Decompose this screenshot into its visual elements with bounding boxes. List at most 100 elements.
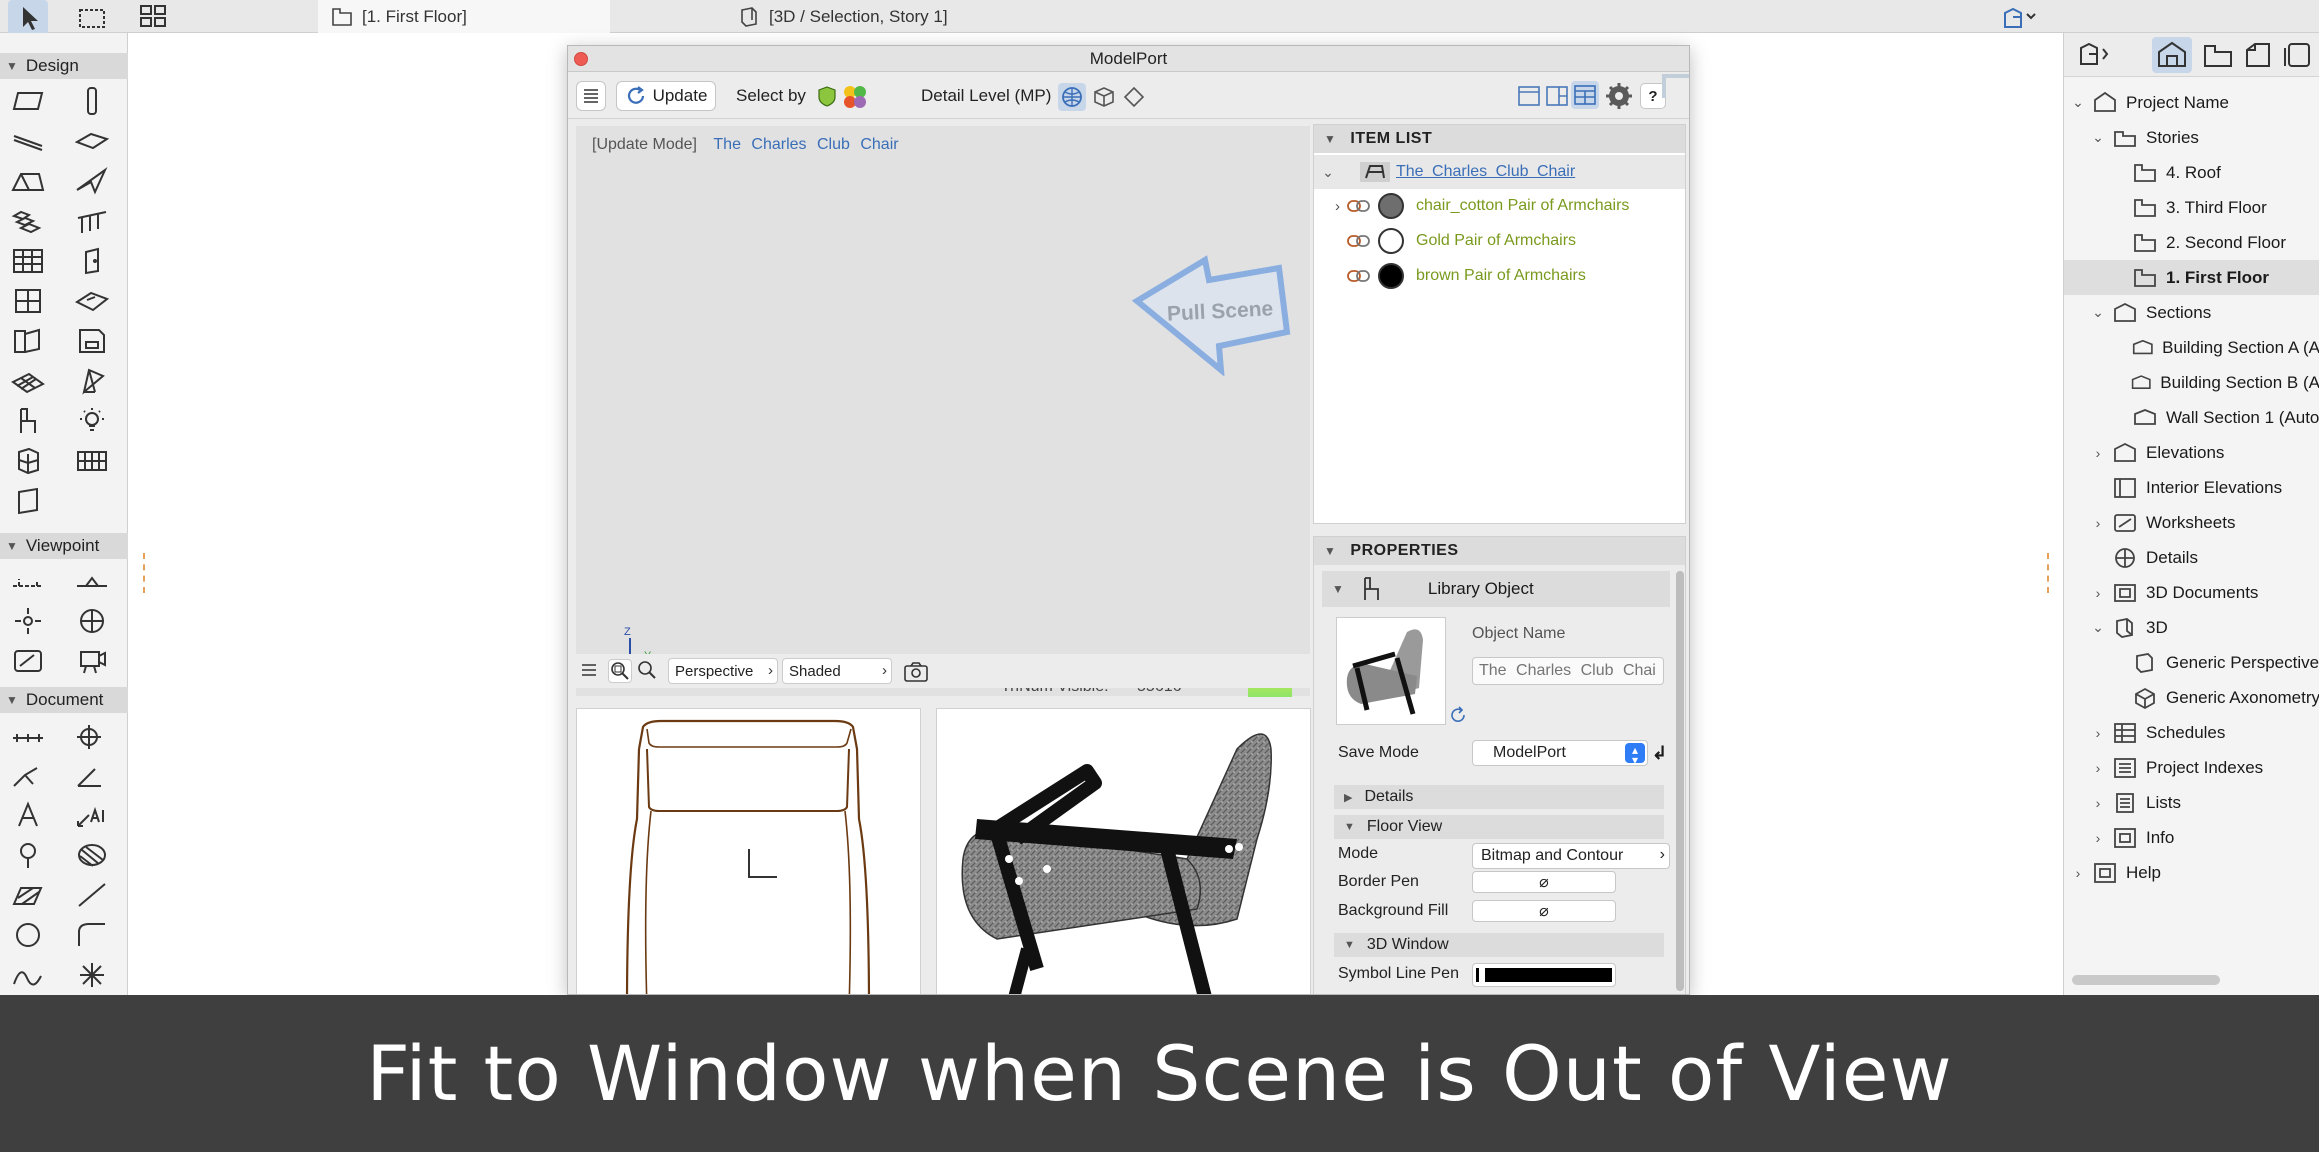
modelport-title-bar[interactable]: ModelPort xyxy=(568,46,1689,72)
tab-first-floor[interactable]: [1. First Floor] xyxy=(318,0,610,33)
morph-tool[interactable] xyxy=(72,363,112,399)
navigator-item[interactable]: › Schedules xyxy=(2064,715,2319,750)
chevron-down-icon[interactable]: ⌄ xyxy=(2090,129,2106,146)
view-map-icon[interactable] xyxy=(2198,37,2238,73)
hotspot-tool[interactable] xyxy=(72,957,112,993)
shading-select[interactable]: Shaded › xyxy=(782,658,892,684)
close-button[interactable] xyxy=(574,52,588,66)
radial-dimension-tool[interactable] xyxy=(8,757,48,793)
item-list-row[interactable]: Gold Pair of Armchairs xyxy=(1314,224,1685,258)
chevron-right-icon[interactable]: › xyxy=(2090,725,2106,741)
tab-overview-icon[interactable] xyxy=(133,0,173,34)
curtain-panel-tool[interactable] xyxy=(72,443,112,479)
chevron-right-icon[interactable]: › xyxy=(2090,795,2106,811)
publisher-sets-icon[interactable] xyxy=(2278,37,2318,73)
chevron-right-icon[interactable]: › xyxy=(2090,760,2106,776)
navigator-item[interactable]: ⌄ Project Name xyxy=(2064,85,2319,120)
figure-hatch-tool[interactable] xyxy=(8,877,48,913)
toolbox-section-design[interactable]: ▼ Design xyxy=(0,53,128,79)
worksheet-tool[interactable] xyxy=(72,603,112,639)
chevron-right-icon[interactable]: › xyxy=(2090,830,2106,846)
chevron-right-icon[interactable]: › xyxy=(1314,198,1346,215)
item-list-row[interactable]: › chair_cotton Pair of Armchairs xyxy=(1314,189,1685,223)
spline-tool[interactable] xyxy=(8,957,48,993)
navigator-item[interactable]: › 3D Documents xyxy=(2064,575,2319,610)
polyline-tool[interactable] xyxy=(72,917,112,953)
modelport-3d-viewport[interactable]: [Update Mode] The Charles Club Chair Pul… xyxy=(576,126,1310,697)
item-list-header[interactable]: ▼ ITEM LIST xyxy=(1314,125,1685,153)
level-dimension-tool[interactable] xyxy=(72,717,112,753)
navigator-item[interactable]: 3. Third Floor xyxy=(2064,190,2319,225)
elevation-tool[interactable] xyxy=(72,563,112,599)
navigator-item[interactable]: › Worksheets xyxy=(2064,505,2319,540)
tab-3d-selection[interactable]: [3D / Selection, Story 1] xyxy=(725,0,1055,33)
update-button[interactable]: Update xyxy=(616,81,716,111)
curtain-wall-tool[interactable] xyxy=(8,243,48,279)
toolbox-section-viewpoint[interactable]: ▼ Viewpoint xyxy=(0,533,128,559)
vertical-scrollbar[interactable] xyxy=(1676,571,1684,991)
zone-tool[interactable] xyxy=(72,323,112,359)
chevron-down-icon[interactable]: ⌄ xyxy=(2070,94,2086,111)
pull-scene-button[interactable]: Pull Scene xyxy=(1131,246,1291,376)
plan-symbol-preview[interactable] xyxy=(576,708,921,994)
chair-3d-preview[interactable] xyxy=(936,708,1311,994)
border-pen-field[interactable]: ⌀ xyxy=(1472,871,1616,893)
column-tool[interactable] xyxy=(72,83,112,119)
cabinet-tool[interactable] xyxy=(8,443,48,479)
slab-tool[interactable] xyxy=(72,123,112,159)
window-tool[interactable] xyxy=(8,283,48,319)
navigator-item[interactable]: › Help xyxy=(2064,855,2319,890)
circle-tool[interactable] xyxy=(8,917,48,953)
interior-elevation-tool[interactable] xyxy=(8,603,48,639)
navigator-item[interactable]: 1. First Floor xyxy=(2064,260,2319,295)
shell-tool[interactable] xyxy=(72,163,112,199)
library-object-header[interactable]: ▼ Library Object xyxy=(1322,571,1670,607)
navigator-maps-icon[interactable] xyxy=(2072,37,2116,73)
navigator-item[interactable]: › Elevations xyxy=(2064,435,2319,470)
layout-book-icon[interactable] xyxy=(2238,37,2278,73)
select-by-color-icon[interactable] xyxy=(842,85,868,109)
project-map-icon[interactable] xyxy=(2152,37,2192,73)
marker-tool[interactable] xyxy=(8,837,48,873)
wall-tool[interactable] xyxy=(8,83,48,119)
projection-select[interactable]: Perspective › xyxy=(668,658,778,684)
chair-object-tool[interactable] xyxy=(8,403,48,439)
navigator-item[interactable]: ⌄ Stories xyxy=(2064,120,2319,155)
floor-view-section-header[interactable]: ▼ Floor View xyxy=(1334,815,1664,839)
fill-tool[interactable] xyxy=(72,837,112,873)
stair-tool[interactable] xyxy=(8,203,48,239)
section-tool[interactable] xyxy=(8,563,48,599)
camera-icon[interactable] xyxy=(902,660,930,684)
skylight-tool[interactable] xyxy=(72,283,112,319)
toolbox-section-document[interactable]: ▼ Document xyxy=(0,687,128,713)
detail-level-simple-icon[interactable] xyxy=(1120,83,1148,111)
arrow-tool[interactable] xyxy=(8,0,48,36)
window-resize-corner-icon[interactable] xyxy=(1662,74,1689,98)
dimension-tool[interactable] xyxy=(8,717,48,753)
navigator-item[interactable]: Building Section A (A xyxy=(2064,330,2319,365)
item-list-root[interactable]: ⌄ The Charles Club Chair xyxy=(1314,155,1685,189)
railing-tool[interactable] xyxy=(72,203,112,239)
menu-button[interactable] xyxy=(576,81,606,111)
3d-window-section-header[interactable]: ▼ 3D Window xyxy=(1334,933,1664,957)
background-fill-field[interactable]: ⌀ xyxy=(1472,900,1616,922)
return-arrow-icon[interactable]: ↲ xyxy=(1652,743,1667,764)
item-list-row[interactable]: brown Pair of Armchairs xyxy=(1314,259,1685,293)
detail-level-box-icon[interactable] xyxy=(1090,83,1118,111)
label-tool[interactable] xyxy=(72,797,112,833)
navigator-item[interactable]: Interior Elevations xyxy=(2064,470,2319,505)
navigator-item[interactable]: › Lists xyxy=(2064,785,2319,820)
detail-tool[interactable] xyxy=(8,643,48,679)
chevron-down-icon[interactable]: ⌄ xyxy=(2090,619,2106,636)
view-menu-icon[interactable] xyxy=(578,659,600,681)
lamp-tool[interactable] xyxy=(72,403,112,439)
active-object-link[interactable]: The Charles Club Chair xyxy=(713,136,898,153)
navigator-item[interactable]: Generic Axonometry xyxy=(2064,680,2319,715)
chevron-right-icon[interactable]: › xyxy=(2070,865,2086,881)
layout-single-icon[interactable] xyxy=(1516,83,1542,109)
marquee-tool[interactable] xyxy=(72,0,112,36)
properties-header[interactable]: ▼ PROPERTIES xyxy=(1314,537,1685,565)
navigator-horizontal-scrollbar[interactable] xyxy=(2072,975,2220,985)
select-by-material-icon[interactable] xyxy=(816,85,838,107)
navigator-item[interactable]: › Info xyxy=(2064,820,2319,855)
